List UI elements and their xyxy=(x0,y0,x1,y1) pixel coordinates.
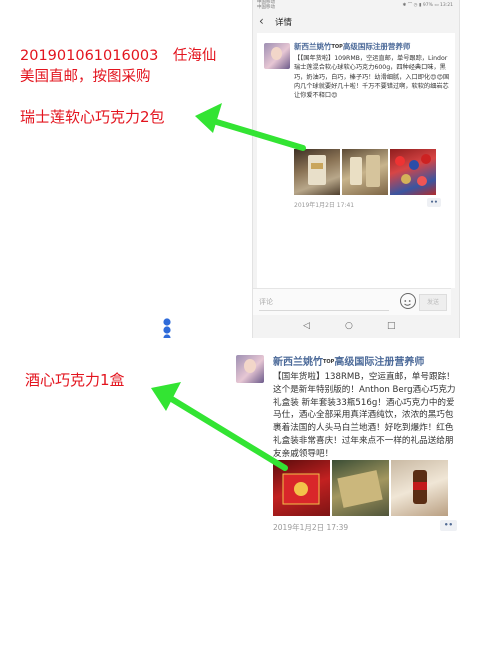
green-arrow-icon xyxy=(151,382,288,471)
green-arrow-icon xyxy=(195,103,306,151)
top-screenshot-area: 中国移动 中国移动 ✱ ⌒ ◷ ▮ 97% ▭ 13:21 ‹ 详情 新西兰姚竹… xyxy=(0,0,489,338)
